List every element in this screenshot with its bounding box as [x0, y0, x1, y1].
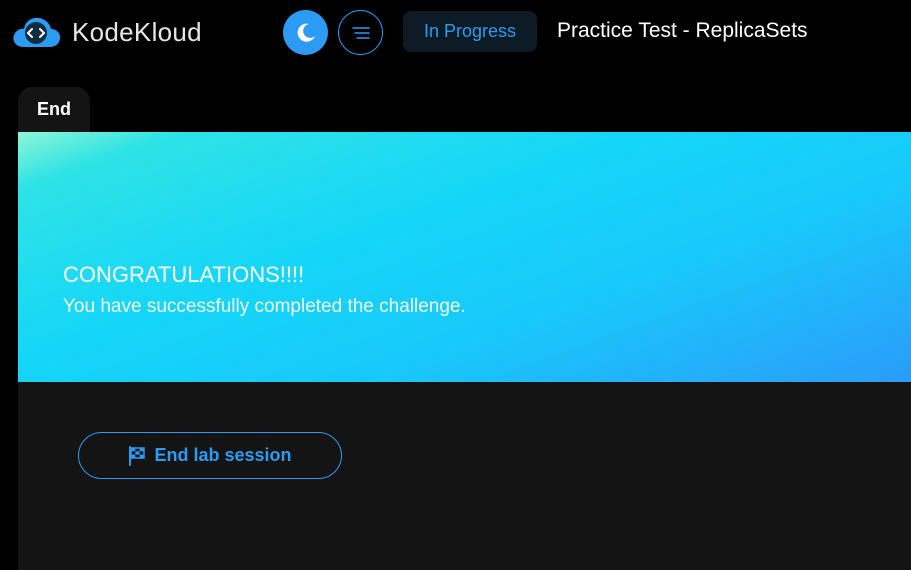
status-badge: In Progress — [403, 11, 537, 52]
hamburger-menu-icon — [351, 26, 370, 39]
brand-name: KodeKloud — [72, 16, 202, 47]
tab-end[interactable]: End — [18, 87, 90, 132]
congratulations-banner: CONGRATULATIONS!!!! You have successfull… — [18, 132, 911, 382]
kodekloud-logo[interactable]: KodeKloud — [10, 14, 202, 50]
cloud-code-icon — [13, 17, 61, 47]
banner-message: You have successfully completed the chal… — [63, 296, 466, 317]
banner-title: CONGRATULATIONS!!!! — [63, 262, 305, 287]
top-bar: KodeKloud In Progress Practice Test - Re… — [0, 0, 911, 64]
page-title: Practice Test - ReplicaSets — [557, 19, 808, 42]
end-lab-session-button[interactable]: End lab session — [78, 432, 342, 479]
checkered-flag-icon — [128, 445, 146, 466]
theme-toggle-button[interactable] — [283, 10, 328, 55]
menu-button[interactable] — [338, 10, 383, 55]
content-panel: CONGRATULATIONS!!!! You have successfull… — [18, 132, 911, 570]
moon-icon — [297, 23, 315, 42]
end-lab-session-label: End lab session — [154, 445, 292, 465]
